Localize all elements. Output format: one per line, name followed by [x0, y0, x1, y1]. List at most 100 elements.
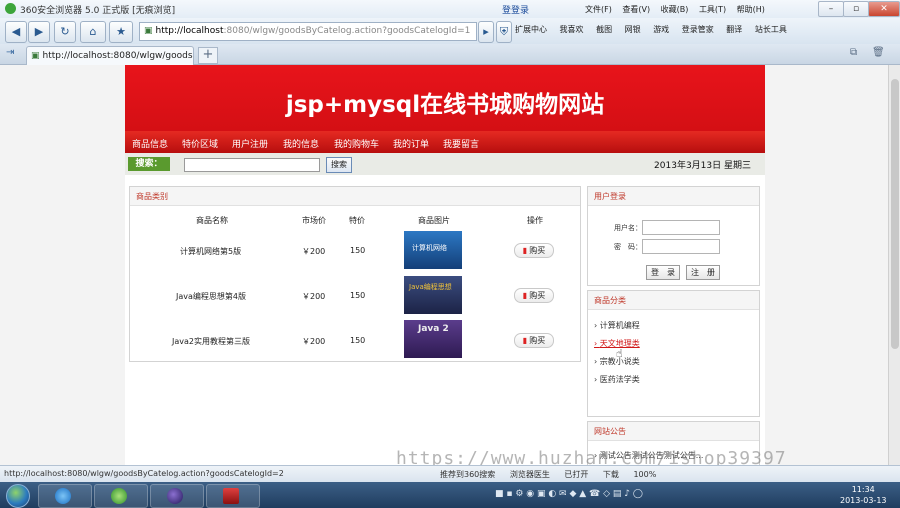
category-panel: 商品分类 › 计算机编程 › 天文地理类 › 宗教小说类 › 医药法学类 ☝ — [587, 290, 760, 417]
shield-icon: ⛨ — [499, 25, 509, 38]
password-label: 密 码： — [614, 243, 642, 251]
status-doctor[interactable]: 浏览器医生 — [510, 470, 550, 479]
taskbar-eclipse[interactable] — [150, 484, 204, 508]
header-action: 操作 — [527, 216, 543, 225]
notice-panel-header: 网站公告 — [588, 422, 759, 441]
toolbar-translate[interactable]: 翻译 — [726, 25, 742, 34]
cover-text: Java编程思想 — [409, 283, 452, 291]
eclipse-icon — [167, 488, 183, 504]
toolbar-links: 扩展中心 我喜欢 截图 网银 游戏 登录管家 翻译 站长工具 — [515, 24, 797, 35]
login-panel-header: 用户登录 — [588, 187, 759, 206]
category-label: 医药法学类 — [599, 375, 640, 384]
username-input[interactable] — [642, 220, 720, 235]
taskbar-app[interactable] — [206, 484, 260, 508]
new-tab-button[interactable]: + — [198, 47, 218, 64]
refresh-button[interactable]: ↻ — [54, 21, 76, 43]
buy-button[interactable]: ▮ 购买 — [514, 243, 554, 258]
maximize-button[interactable]: ▫ — [843, 1, 869, 17]
go-arrow-icon: ▸ — [483, 25, 489, 38]
login-panel-title: 用户登录 — [594, 192, 626, 201]
book-cover-image[interactable]: Java 2 — [404, 320, 462, 358]
toolbar-like[interactable]: 我喜欢 — [560, 25, 584, 34]
favorite-button[interactable]: ★ — [109, 21, 133, 43]
tile-icon[interactable]: ⧉ — [850, 47, 857, 58]
toolbar-extensions[interactable]: 扩展中心 — [515, 25, 547, 34]
buy-button[interactable]: ▮ 购买 — [514, 333, 554, 348]
menu-file[interactable]: 文件(F) — [585, 5, 612, 14]
goods-special-price: 150 — [350, 246, 366, 255]
login-panel: 用户登录 用户名： 密 码： 登 录 注 册 — [587, 186, 760, 286]
home-button[interactable]: ⌂ — [80, 21, 106, 43]
menu-view[interactable]: 查看(V) — [622, 5, 650, 14]
goods-name[interactable]: Java编程思想第4版 — [176, 291, 246, 302]
search-label: 搜索： — [128, 157, 170, 171]
trash-icon[interactable]: 🗑 — [872, 47, 885, 58]
login-button[interactable]: 登 录 — [646, 265, 680, 280]
goods-panel-title: 商品类别 — [136, 192, 168, 201]
vertical-scrollbar[interactable] — [888, 65, 900, 465]
minimize-button[interactable]: – — [818, 1, 844, 17]
status-zoom[interactable]: 100% — [633, 470, 656, 479]
address-bar[interactable]: ▣ http://localhost:8080/wlgw/goodsByCatel… — [139, 22, 477, 41]
nav-my-info[interactable]: 我的信息 — [283, 137, 319, 150]
goods-panel: 商品类别 商品名称 市场价 特价 商品图片 操作 计算机网络第5版 ￥200 1… — [129, 186, 581, 362]
search-input[interactable] — [184, 158, 320, 172]
nav-my-orders[interactable]: 我的订单 — [393, 137, 429, 150]
search-button[interactable]: 搜索 — [326, 157, 352, 173]
goods-name[interactable]: Java2实用教程第三版 — [172, 336, 250, 347]
login-link[interactable]: 登登录 — [502, 3, 529, 16]
back-button[interactable]: ◀ — [5, 21, 27, 43]
tab-active[interactable]: ▣ http://localhost:8080/wlgw/goods... — [26, 46, 194, 65]
category-item[interactable]: › 医药法学类 — [594, 374, 640, 385]
clock[interactable]: 11:34 2013-03-13 — [840, 484, 887, 506]
cover-text: Java 2 — [418, 324, 449, 334]
menu-help[interactable]: 帮助(H) — [737, 5, 765, 14]
toolbar-games[interactable]: 游戏 — [653, 25, 669, 34]
book-cover-image[interactable]: Java编程思想 — [404, 276, 462, 314]
site-nav: 商品信息 特价区域 用户注册 我的信息 我的购物车 我的订单 我要留言 — [125, 131, 765, 153]
buy-label: 购买 — [529, 336, 546, 345]
notice-panel-title: 网站公告 — [594, 427, 626, 436]
windows-taskbar: ■ ▪ ⚙ ◉ ▣ ◐ ✉ ◆ ▲ ☎ ◇ ▤ ♪ ◯ 11:34 2013-0… — [0, 482, 900, 508]
browser-360-icon — [111, 488, 127, 504]
sidebar-toggle-icon[interactable]: ⇥ — [6, 47, 14, 58]
shield-button[interactable]: ⛨ — [496, 21, 512, 43]
hand-cursor-icon: ☝ — [616, 347, 623, 360]
register-button[interactable]: 注 册 — [686, 265, 720, 280]
forward-button[interactable]: ▶ — [28, 21, 50, 43]
taskbar-ie[interactable] — [38, 484, 92, 508]
menu-favorites[interactable]: 收藏(B) — [661, 5, 689, 14]
nav-leave-message[interactable]: 我要留言 — [443, 137, 479, 150]
buy-label: 购买 — [529, 246, 546, 255]
toolbar-screenshot[interactable]: 截图 — [596, 25, 612, 34]
go-button[interactable]: ▸ — [478, 21, 494, 43]
goods-panel-header: 商品类别 — [130, 187, 580, 206]
status-recommend[interactable]: 推荐到360搜索 — [440, 470, 495, 479]
scrollbar-thumb[interactable] — [891, 79, 899, 349]
nav-register[interactable]: 用户注册 — [232, 137, 268, 150]
toolbar-banking[interactable]: 网银 — [625, 25, 641, 34]
toolbar-login-manager[interactable]: 登录管家 — [682, 25, 714, 34]
goods-name[interactable]: 计算机网络第5版 — [180, 246, 241, 257]
toolbar-webmaster[interactable]: 站长工具 — [755, 25, 787, 34]
taskbar-360browser[interactable] — [94, 484, 148, 508]
cart-icon: ▮ — [522, 246, 528, 255]
cover-text: 计算机网络 — [412, 244, 447, 252]
buy-button[interactable]: ▮ 购买 — [514, 288, 554, 303]
category-label: 计算机编程 — [599, 321, 640, 330]
nav-special-offers[interactable]: 特价区域 — [182, 137, 218, 150]
navigation-bar: ◀ ▶ ↻ ⌂ ★ ▣ http://localhost:8080/wlgw/go… — [0, 18, 900, 45]
close-button[interactable]: ✕ — [868, 1, 900, 17]
start-button[interactable] — [6, 484, 30, 508]
status-bar: http://localhost:8080/wlgw/goodsByCatelo… — [0, 465, 900, 483]
status-download[interactable]: 下载 — [603, 470, 619, 479]
status-opened[interactable]: 已打开 — [564, 470, 588, 479]
nav-my-cart[interactable]: 我的购物车 — [334, 137, 379, 150]
book-cover-image[interactable]: 计算机网络 — [404, 231, 462, 269]
page-icon: ▣ — [144, 26, 153, 36]
nav-goods-info[interactable]: 商品信息 — [132, 137, 168, 150]
password-input[interactable] — [642, 239, 720, 254]
category-item[interactable]: › 计算机编程 — [594, 320, 640, 331]
menu-tools[interactable]: 工具(T) — [699, 5, 726, 14]
tab-bar: ⇥ ▣ http://localhost:8080/wlgw/goods... +… — [0, 44, 900, 65]
